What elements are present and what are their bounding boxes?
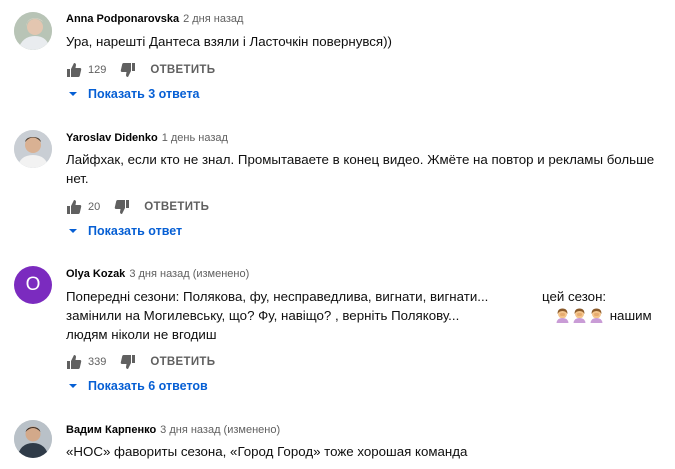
view-replies-button[interactable]: Показать ответ bbox=[66, 224, 182, 238]
comment-text-segment: цей сезон: bbox=[542, 289, 607, 304]
avatar-letter: O bbox=[25, 274, 41, 295]
comment-header: Olya Kozak 3 дня назад (изменено) bbox=[66, 268, 249, 280]
comment-text-line: Попередні сезони: Полякова, фу, несправе… bbox=[66, 287, 666, 306]
comment-text: Ура, нарешті Дантеса взяли і Ласточкін п… bbox=[66, 32, 666, 51]
comment-text-line: Лайфхак, если кто не знал. Промытаваете … bbox=[66, 152, 655, 167]
author-name[interactable]: Вадим Карпенко bbox=[66, 424, 156, 436]
comment-text-line: нет. bbox=[66, 171, 89, 186]
avatar[interactable]: O bbox=[14, 266, 52, 304]
comment-time[interactable]: 2 дня назад bbox=[183, 13, 243, 25]
view-replies-button[interactable]: Показать 6 ответов bbox=[66, 379, 208, 393]
comment-text: Лайфхак, если кто не знал. Промытаваете … bbox=[66, 150, 666, 188]
like-count: 129 bbox=[88, 64, 107, 76]
comment-time[interactable]: 1 день назад bbox=[162, 132, 228, 144]
view-replies-label[interactable]: Показать 3 ответа bbox=[88, 87, 200, 101]
comment-actions: 20 ОТВЕТИТЬ bbox=[66, 197, 209, 217]
emoji-group: нашим bbox=[553, 306, 652, 325]
view-replies-label[interactable]: Показать ответ bbox=[88, 224, 182, 238]
comment-text-line: замінили на Могилевську, що? Фу, навіщо?… bbox=[66, 306, 666, 325]
comment-actions: 129 ОТВЕТИТЬ bbox=[66, 60, 215, 80]
reply-button[interactable]: ОТВЕТИТЬ bbox=[150, 356, 215, 368]
view-replies-button[interactable]: Показать 3 ответа bbox=[66, 87, 200, 101]
reply-button[interactable]: ОТВЕТИТЬ bbox=[150, 64, 215, 76]
thumbs-down-icon[interactable] bbox=[120, 354, 136, 370]
comment-header: Вадим Карпенко 3 дня назад (изменено) bbox=[66, 424, 280, 436]
woman-facepalming-emoji bbox=[556, 308, 569, 323]
chevron-down-icon bbox=[69, 229, 77, 233]
thumbs-up-icon[interactable] bbox=[66, 199, 82, 215]
avatar[interactable] bbox=[14, 130, 52, 168]
thumbs-up-icon[interactable] bbox=[66, 354, 82, 370]
comment-text-line: «НОС» фавориты сезона, «Город Город» тож… bbox=[66, 444, 468, 459]
comment-text-segment: нашим bbox=[609, 308, 652, 323]
chevron-down-icon bbox=[69, 384, 77, 388]
woman-facepalming-emoji bbox=[573, 308, 586, 323]
thumbs-down-icon[interactable] bbox=[114, 199, 130, 215]
comment-header: Yaroslav Didenko 1 день назад bbox=[66, 132, 228, 144]
author-name[interactable]: Anna Podponarovska bbox=[66, 13, 179, 25]
view-replies-label[interactable]: Показать 6 ответов bbox=[88, 379, 208, 393]
comment-text-line: людям ніколи не вгодиш bbox=[66, 327, 217, 342]
thumbs-up-icon[interactable] bbox=[66, 62, 82, 78]
reply-button[interactable]: ОТВЕТИТЬ bbox=[144, 201, 209, 213]
comment-time[interactable]: 3 дня назад (изменено) bbox=[129, 268, 249, 280]
comment-header: Anna Podponarovska 2 дня назад bbox=[66, 13, 243, 25]
comment-actions: 339 ОТВЕТИТЬ bbox=[66, 352, 215, 372]
like-count: 20 bbox=[88, 201, 101, 213]
comment-text-line: Ура, нарешті Дантеса взяли і Ласточкін п… bbox=[66, 34, 392, 49]
woman-facepalming-emoji bbox=[590, 308, 603, 323]
author-name[interactable]: Olya Kozak bbox=[66, 268, 125, 280]
comment-text-segment: Попередні сезони: Полякова, фу, несправе… bbox=[66, 289, 489, 304]
avatar[interactable] bbox=[14, 12, 52, 50]
thumbs-down-icon[interactable] bbox=[120, 62, 136, 78]
comment-text: Попередні сезони: Полякова, фу, несправе… bbox=[66, 287, 666, 344]
chevron-down-icon bbox=[69, 92, 77, 96]
comment-time[interactable]: 3 дня назад (изменено) bbox=[160, 424, 280, 436]
like-count: 339 bbox=[88, 356, 107, 368]
author-name[interactable]: Yaroslav Didenko bbox=[66, 132, 158, 144]
comment-text-segment: замінили на Могилевську, що? Фу, навіщо?… bbox=[66, 308, 460, 323]
comment-text: «НОС» фавориты сезона, «Город Город» тож… bbox=[66, 442, 666, 461]
avatar[interactable] bbox=[14, 420, 52, 458]
